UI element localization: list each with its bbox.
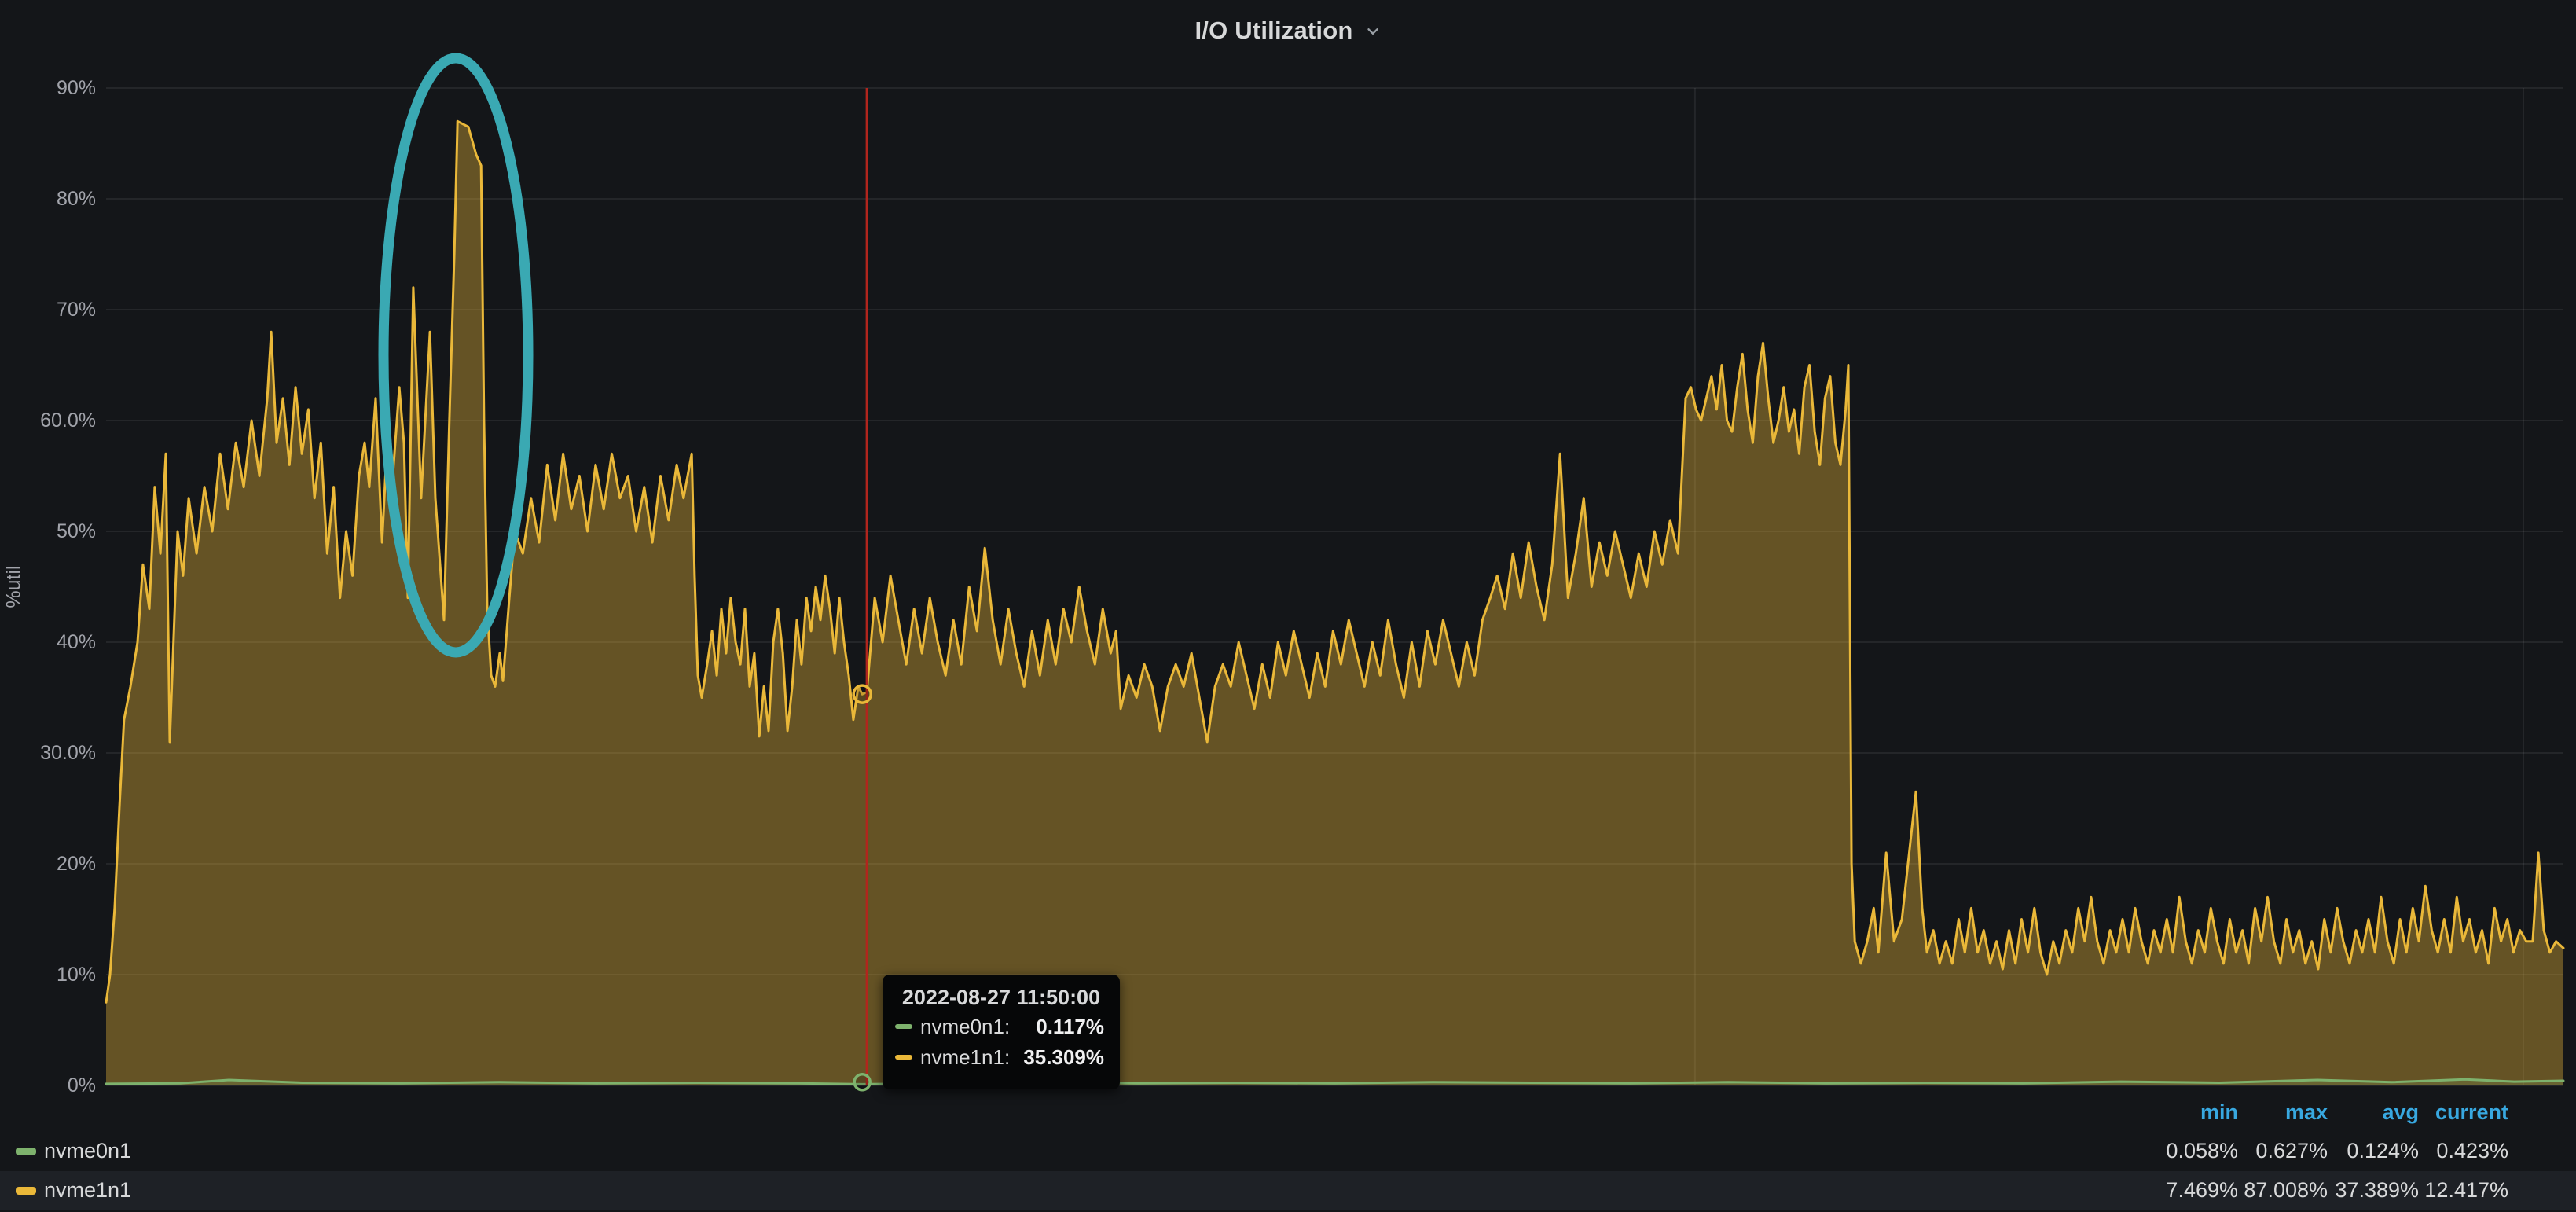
tooltip-series-name: nvme1n1:: [920, 1045, 1010, 1070]
hover-point-marker-nvme0n1: [854, 1074, 870, 1090]
legend-series-swatch: [16, 1187, 36, 1195]
io-utilization-panel: I/O Utilization 0%10%20%30.0%40%50%60.0%…: [0, 0, 2576, 1212]
legend-row-nvme0n1: nvme0n10.058%0.627%0.124%0.423%: [0, 1132, 2576, 1171]
tooltip-series-swatch: [895, 1024, 912, 1029]
tooltip-series-row: nvme1n1: 35.309%: [883, 1043, 1120, 1071]
tooltip-series-name: nvme0n1:: [920, 1015, 1010, 1039]
legend-table: minmaxavgcurrent nvme0n10.058%0.627%0.12…: [0, 1094, 2576, 1212]
tooltip-series-swatch: [895, 1055, 912, 1060]
y-axis-tick-label: 30.0%: [0, 743, 96, 763]
legend-series-label[interactable]: nvme1n1: [44, 1178, 131, 1203]
y-axis-label: %util: [3, 524, 26, 650]
legend-series-swatch: [16, 1148, 36, 1155]
y-axis-tick-label: 20%: [0, 854, 96, 874]
y-axis-tick-label: 60.0%: [0, 410, 96, 431]
timeseries-plot-canvas[interactable]: [0, 0, 2576, 1212]
legend-header-current[interactable]: current: [2375, 1100, 2508, 1125]
legend-row-nvme1n1: nvme1n17.469%87.008%37.389%12.417%: [0, 1171, 2576, 1210]
y-axis-tick-label: 10%: [0, 964, 96, 985]
hover-point-marker-nvme1n1: [853, 685, 871, 703]
tooltip-timestamp: 2022-08-27 11:50:00: [883, 975, 1120, 1010]
y-axis-tick-label: 0%: [0, 1075, 96, 1096]
hover-tooltip: 2022-08-27 11:50:00 nvme0n1: 0.117% nvme1n…: [883, 975, 1120, 1089]
y-axis-tick-label: 80%: [0, 189, 96, 209]
legend-series-label[interactable]: nvme0n1: [44, 1139, 131, 1163]
tooltip-series-value: 0.117%: [1036, 1015, 1104, 1039]
y-axis-tick-label: 90%: [0, 78, 96, 98]
legend-value-current: 12.417%: [2375, 1178, 2508, 1203]
series-area-nvme1n1: [106, 121, 2563, 1085]
y-axis-tick-label: 70%: [0, 299, 96, 320]
tooltip-series-row: nvme0n1: 0.117%: [883, 1012, 1120, 1041]
legend-value-current: 0.423%: [2375, 1139, 2508, 1163]
tooltip-series-value: 35.309%: [1023, 1045, 1104, 1070]
